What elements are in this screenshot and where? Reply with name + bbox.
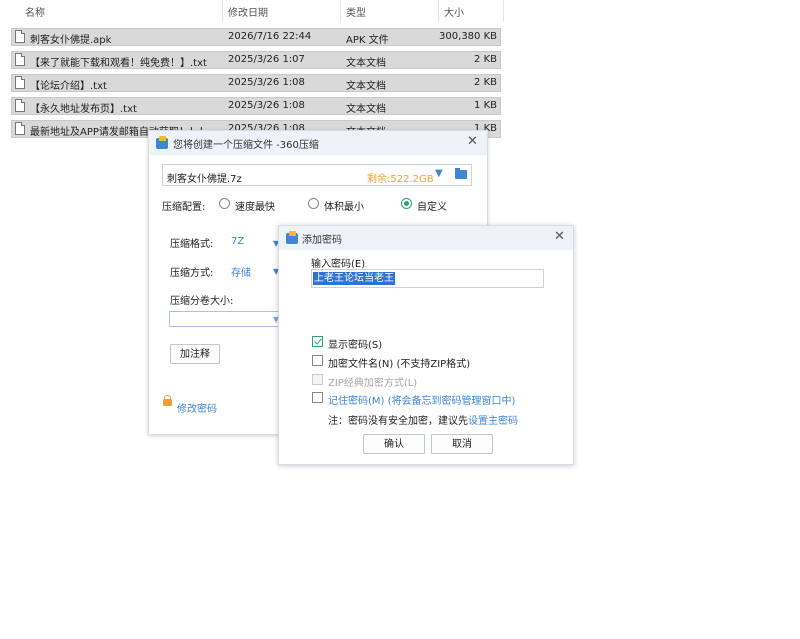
method-label: 压缩方式:	[170, 268, 214, 279]
file-icon	[15, 30, 25, 43]
file-name: 【来了就能下载和观看！纯免费！】.txt	[30, 58, 207, 69]
split-size-combo[interactable]: ▼	[169, 311, 281, 327]
radio-fastest-label[interactable]: 速度最快	[235, 198, 275, 213]
change-password-link[interactable]: 修改密码	[177, 400, 217, 415]
password-input[interactable]: 上老王论坛当老王	[311, 269, 544, 288]
column-header-type[interactable]: 类型	[346, 4, 366, 19]
file-list-header: ^ 名称 修改日期 类型 大小	[0, 0, 505, 22]
file-type: 文本文档	[346, 104, 386, 115]
column-header-date[interactable]: 修改日期	[228, 4, 268, 19]
column-header-name[interactable]: 名称	[25, 4, 45, 19]
show-password-label[interactable]: 显示密码(S)	[328, 336, 382, 351]
radio-custom[interactable]	[401, 198, 412, 209]
set-master-password-link[interactable]: 设置主密码	[468, 412, 518, 427]
column-divider[interactable]	[438, 0, 439, 22]
file-date: 2025/3/26 1:08	[228, 100, 305, 111]
file-row[interactable]: 【来了就能下载和观看！纯免费！】.txt 2025/3/26 1:07 文本文档…	[11, 51, 501, 69]
file-date: 2025/3/26 1:07	[228, 54, 305, 65]
folder-icon[interactable]	[455, 168, 467, 179]
confirm-button[interactable]: 确认	[363, 434, 425, 454]
free-space-label: 剩余:522.2GB	[367, 174, 434, 185]
radio-smallest-label[interactable]: 体积最小	[324, 198, 364, 213]
add-password-dialog: 添加密码 ✕ 输入密码(E) 上老王论坛当老王 显示密码(S) 加密文件名(N)…	[278, 225, 574, 465]
file-row[interactable]: 【论坛介绍】.txt 2025/3/26 1:08 文本文档 2 KB	[11, 74, 501, 92]
remember-password-label[interactable]: 记住密码(M) (将会备忘到密码管理窗口中)	[328, 392, 515, 407]
password-value: 上老王论坛当老王	[313, 272, 395, 285]
archive-path-field[interactable]: 刺客女仆佛提.7z 剩余:522.2GB ▼	[162, 164, 472, 186]
split-size-label: 压缩分卷大小:	[170, 296, 234, 307]
360-zip-icon	[286, 231, 298, 244]
file-size: 2 KB	[474, 54, 497, 65]
file-size: 1 KB	[474, 100, 497, 111]
column-header-size[interactable]: 大小	[444, 4, 464, 19]
close-icon[interactable]: ✕	[467, 134, 478, 149]
encrypt-filenames-checkbox[interactable]	[312, 355, 323, 366]
file-row[interactable]: 刺客女仆佛提.apk 2026/7/16 22:44 APK 文件 300,38…	[11, 28, 501, 46]
file-date: 2026/7/16 22:44	[228, 31, 312, 42]
method-select-value[interactable]: 存储	[231, 264, 251, 279]
file-type: 文本文档	[346, 58, 386, 69]
encrypt-filenames-label[interactable]: 加密文件名(N) (不支持ZIP格式)	[328, 355, 470, 370]
file-size: 300,380 KB	[439, 31, 497, 42]
security-note: 注：密码没有安全加密，建议先	[328, 416, 468, 427]
file-date: 2025/3/26 1:08	[228, 77, 305, 88]
remember-password-checkbox[interactable]	[312, 392, 323, 403]
text-file-icon	[15, 76, 25, 89]
compress-dialog-title: 您将创建一个压缩文件 -360压缩	[173, 140, 319, 151]
file-row[interactable]: 【永久地址发布页】.txt 2025/3/26 1:08 文本文档 1 KB	[11, 97, 501, 115]
password-dialog-titlebar[interactable]: 添加密码 ✕	[279, 226, 573, 250]
file-size: 2 KB	[474, 77, 497, 88]
file-type: 文本文档	[346, 81, 386, 92]
zip-classic-label: ZIP经典加密方式(L)	[328, 378, 418, 389]
radio-smallest[interactable]	[308, 198, 319, 209]
archive-filename: 刺客女仆佛提.7z	[167, 174, 242, 185]
column-divider[interactable]	[503, 0, 504, 22]
lock-icon	[163, 395, 172, 406]
show-password-checkbox[interactable]	[312, 336, 323, 347]
format-select-value[interactable]: 7Z	[231, 236, 244, 247]
config-label: 压缩配置:	[162, 202, 206, 213]
file-name: 【论坛介绍】.txt	[30, 81, 107, 92]
sort-ascending-icon: ^	[117, 0, 125, 5]
file-type: APK 文件	[346, 35, 389, 46]
column-divider[interactable]	[222, 0, 223, 22]
zip-classic-checkbox	[312, 374, 323, 385]
password-input-label: 输入密码(E)	[311, 259, 366, 270]
text-file-icon	[15, 122, 25, 135]
format-label: 压缩格式:	[170, 239, 214, 250]
password-dialog-title: 添加密码	[302, 235, 342, 246]
360-zip-icon	[156, 136, 168, 149]
cancel-button[interactable]: 取消	[431, 434, 493, 454]
file-name: 【永久地址发布页】.txt	[30, 104, 137, 115]
radio-fastest[interactable]	[219, 198, 230, 209]
compress-dialog-titlebar[interactable]: 您将创建一个压缩文件 -360压缩 ✕	[149, 131, 487, 155]
text-file-icon	[15, 99, 25, 112]
close-icon[interactable]: ✕	[554, 229, 565, 244]
file-name: 刺客女仆佛提.apk	[30, 35, 112, 46]
text-file-icon	[15, 53, 25, 66]
add-comment-button[interactable]: 加注释	[170, 344, 220, 364]
column-divider[interactable]	[340, 0, 341, 22]
radio-custom-label[interactable]: 自定义	[417, 198, 447, 213]
chevron-down-icon[interactable]: ▼	[435, 168, 443, 179]
